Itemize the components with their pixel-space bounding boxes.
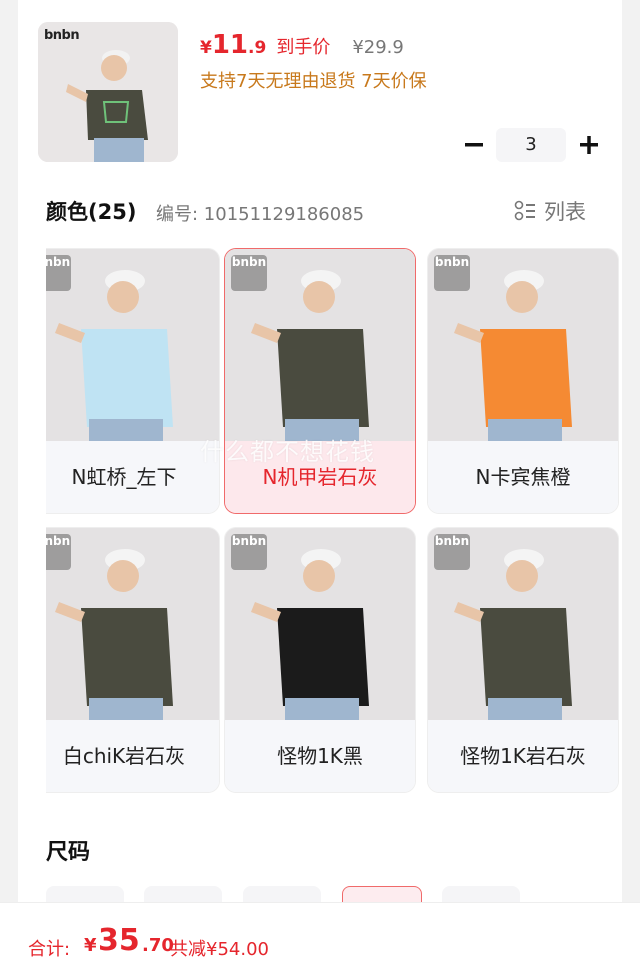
checkout-bar: 合计: ¥ 35 .70 共减¥54.00 — [0, 902, 640, 969]
color-option-photo: bnbn — [46, 249, 219, 441]
color-option-photo: bnbn — [46, 528, 219, 720]
list-view-toggle[interactable]: 列表 — [514, 196, 586, 226]
quantity-field[interactable]: 3 — [496, 128, 566, 162]
brand-badge: bnbn — [434, 534, 470, 570]
price-row: ¥ 11 .9 到手价 ¥29.9 — [200, 30, 404, 62]
color-option-card[interactable]: bnbn N虹桥_左下 — [46, 248, 220, 514]
brand-badge: bnbn — [434, 255, 470, 291]
total-symbol: ¥ — [84, 935, 97, 956]
price-integer: 11 — [211, 30, 249, 60]
minus-icon — [465, 143, 483, 147]
color-option-photo: bnbn — [225, 249, 415, 441]
service-promises: 支持7天无理由退货 7天价保 — [200, 71, 427, 92]
color-option-photo: bnbn — [428, 249, 618, 441]
list-icon — [514, 200, 536, 222]
color-option-card[interactable]: bnbn 怪物1K黑 — [224, 527, 416, 793]
price-symbol: ¥ — [200, 38, 212, 58]
plus-icon — [580, 136, 598, 154]
color-option-label: N虹桥_左下 — [46, 441, 219, 513]
list-view-label: 列表 — [544, 200, 586, 224]
color-option-card[interactable]: bnbn 怪物1K岩石灰 — [427, 527, 619, 793]
color-option-label: N卡宾焦橙 — [428, 441, 618, 513]
price-tag: 到手价 — [276, 37, 331, 58]
brand-badge: bnbn — [231, 255, 267, 291]
watermark-text: 什么都不想花钱 — [200, 438, 375, 466]
color-option-card[interactable]: bnbn 白chiK岩石灰 — [46, 527, 220, 793]
brand-logo: bnbn — [44, 28, 80, 43]
total-integer: 35 — [98, 923, 140, 958]
product-thumbnail-image — [38, 22, 178, 162]
color-option-card[interactable]: bnbn N机甲岩石灰 — [224, 248, 416, 514]
color-option-label: 白chiK岩石灰 — [46, 720, 219, 792]
increase-button[interactable] — [576, 128, 602, 162]
color-option-card[interactable]: bnbn N卡宾焦橙 — [427, 248, 619, 514]
total-label: 合计: — [28, 939, 71, 960]
price-decimal: .9 — [248, 38, 267, 58]
size-section-title: 尺码 — [46, 840, 91, 865]
color-option-photo: bnbn — [428, 528, 618, 720]
color-option-label: 怪物1K黑 — [225, 720, 415, 792]
quantity-stepper: 3 — [462, 128, 602, 162]
color-section-title: 颜色(25) — [46, 200, 137, 224]
brand-badge: bnbn — [231, 534, 267, 570]
color-option-photo: bnbn — [225, 528, 415, 720]
total-saving: 共减¥54.00 — [170, 939, 269, 960]
original-price: ¥29.9 — [352, 37, 404, 58]
product-thumbnail[interactable]: bnbn — [38, 22, 178, 162]
product-code: 编号: 10151129186085 — [156, 204, 365, 225]
color-option-label: 怪物1K岩石灰 — [428, 720, 618, 792]
decrease-button[interactable] — [462, 128, 486, 162]
